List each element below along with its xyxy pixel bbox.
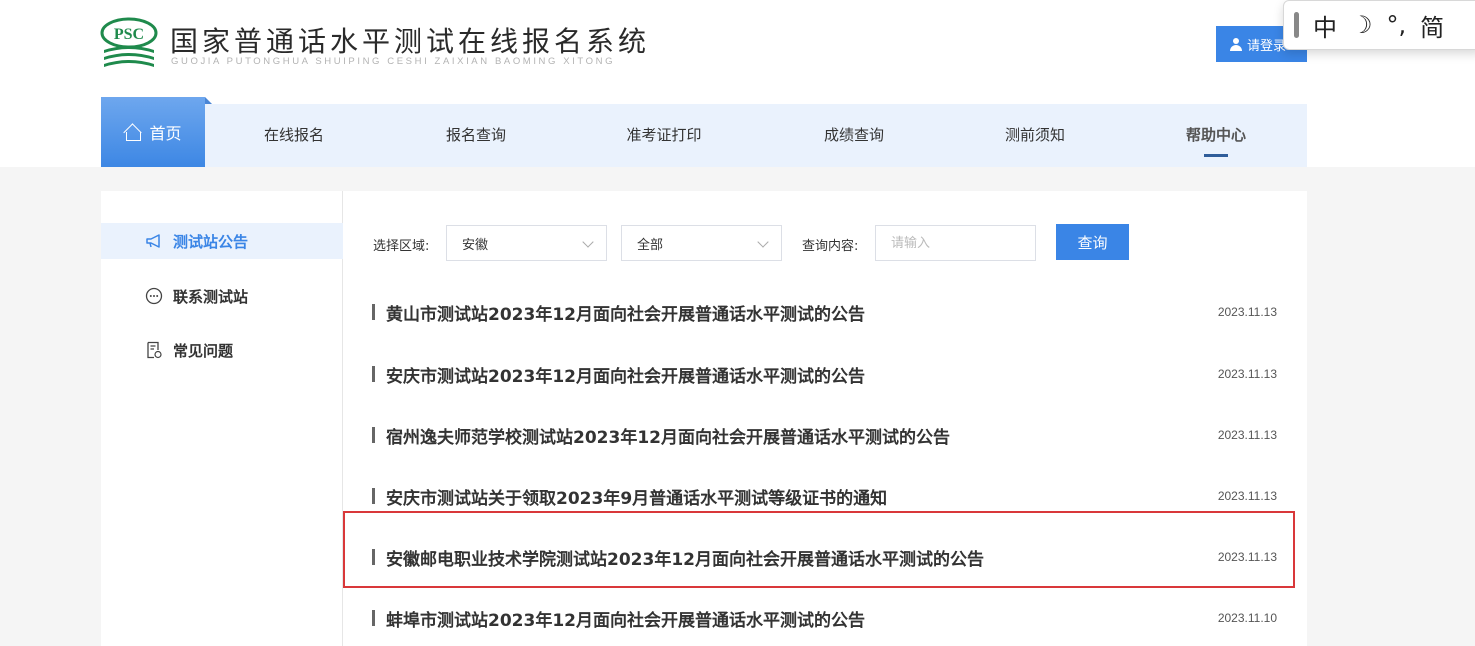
sidebar-item-station-notices[interactable]: 测试站公告 (101, 223, 343, 259)
notice-item[interactable]: 蚌埠市测试站2023年12月面向社会开展普通话水平测试的公告 2023.11.1… (372, 598, 1277, 638)
user-icon (1230, 37, 1242, 51)
nav-help-center[interactable]: 帮助中心 (1166, 104, 1266, 167)
region-label: 选择区域: (373, 239, 430, 254)
notice-title[interactable]: 宿州逸夫师范学校测试站2023年12月面向社会开展普通话水平测试的公告 (386, 423, 1218, 448)
login-label: 请登录 (1247, 38, 1287, 54)
notice-bullet (372, 488, 375, 504)
notice-bullet (372, 304, 375, 320)
notice-item[interactable]: 黄山市测试站2023年12月面向社会开展普通话水平测试的公告 2023.11.1… (372, 292, 1277, 332)
nav-score-query[interactable]: 成绩查询 (804, 104, 904, 167)
logo-text: PSC (114, 26, 144, 43)
site-subtitle: GUOJIA PUTONGHUA SHUIPING CESHI ZAIXIAN … (171, 56, 616, 67)
nav-admission-ticket[interactable]: 准考证打印 (609, 104, 719, 167)
psc-logo[interactable]: PSC (100, 16, 158, 72)
notice-date: 2023.11.13 (1217, 550, 1277, 564)
nav-registration-query[interactable]: 报名查询 (426, 104, 526, 167)
chevron-down-icon (582, 236, 594, 248)
nav-pretest-notes[interactable]: 测前须知 (985, 104, 1085, 167)
ime-mode-chinese[interactable]: 中 (1313, 8, 1337, 43)
home-icon (124, 124, 142, 141)
nav-home-fold (205, 97, 212, 104)
notice-title[interactable]: 安徽邮电职业技术学院测试站2023年12月面向社会开展普通话水平测试的公告 (386, 545, 1218, 570)
sidebar-item-faq[interactable]: 常见问题 (101, 332, 343, 368)
nav-home-label: 首页 (149, 124, 182, 143)
notice-bullet (372, 610, 375, 626)
document-icon (147, 341, 162, 359)
notice-bullet (372, 427, 375, 443)
notice-item[interactable]: 宿州逸夫师范学校测试站2023年12月面向社会开展普通话水平测试的公告 2023… (372, 415, 1277, 455)
province-select-value: 安徽 (462, 237, 489, 253)
province-select[interactable]: 安徽 (446, 225, 607, 261)
ime-halfwidth-icon[interactable]: ☽ (1351, 11, 1373, 39)
nav-online-registration[interactable]: 在线报名 (244, 104, 344, 167)
notice-bullet (372, 549, 375, 565)
site-header: PSC 国家普通话水平测试在线报名系统 GUOJIA PUTONGHUA SHU… (0, 0, 1475, 97)
ime-toolbar[interactable]: 中 ☽ °, 简 (1283, 0, 1475, 50)
sidebar: 测试站公告 联系测试站 常见问题 (101, 191, 343, 646)
notice-title[interactable]: 蚌埠市测试站2023年12月面向社会开展普通话水平测试的公告 (386, 606, 1218, 631)
ime-punctuation-icon[interactable]: °, (1387, 11, 1407, 39)
chat-icon (145, 287, 163, 305)
ime-drag-handle[interactable] (1294, 12, 1299, 38)
sidebar-item-label: 联系测试站 (173, 287, 249, 306)
notice-date: 2023.11.10 (1217, 611, 1277, 625)
sidebar-item-label: 测试站公告 (173, 232, 249, 251)
nav-home[interactable]: 首页 (101, 97, 212, 167)
query-label: 查询内容: (802, 239, 859, 254)
notice-item[interactable]: 安庆市测试站2023年12月面向社会开展普通话水平测试的公告 2023.11.1… (372, 354, 1277, 394)
notice-title[interactable]: 黄山市测试站2023年12月面向社会开展普通话水平测试的公告 (386, 300, 1218, 325)
notice-date: 2023.11.13 (1217, 367, 1277, 381)
notice-item[interactable]: 安庆市测试站关于领取2023年9月普通话水平测试等级证书的通知 2023.11.… (372, 476, 1277, 516)
query-input[interactable] (875, 225, 1036, 261)
notice-title[interactable]: 安庆市测试站关于领取2023年9月普通话水平测试等级证书的通知 (386, 484, 1218, 509)
megaphone-icon (146, 234, 160, 248)
notice-bullet (372, 366, 375, 382)
notice-date: 2023.11.13 (1217, 489, 1277, 503)
ime-simplified-icon[interactable]: 简 (1420, 8, 1444, 43)
scope-select[interactable]: 全部 (621, 225, 782, 261)
notice-date: 2023.11.13 (1217, 428, 1277, 442)
query-button[interactable]: 查询 (1056, 224, 1129, 260)
chevron-down-icon (757, 236, 769, 248)
scope-select-value: 全部 (637, 237, 664, 253)
notice-date: 2023.11.13 (1217, 305, 1277, 319)
sidebar-item-contact-station[interactable]: 联系测试站 (101, 278, 343, 314)
site-title: 国家普通话水平测试在线报名系统 (170, 25, 651, 58)
sidebar-item-label: 常见问题 (173, 341, 234, 360)
notice-item[interactable]: 安徽邮电职业技术学院测试站2023年12月面向社会开展普通话水平测试的公告 20… (372, 537, 1277, 577)
notice-title[interactable]: 安庆市测试站2023年12月面向社会开展普通话水平测试的公告 (386, 362, 1218, 387)
